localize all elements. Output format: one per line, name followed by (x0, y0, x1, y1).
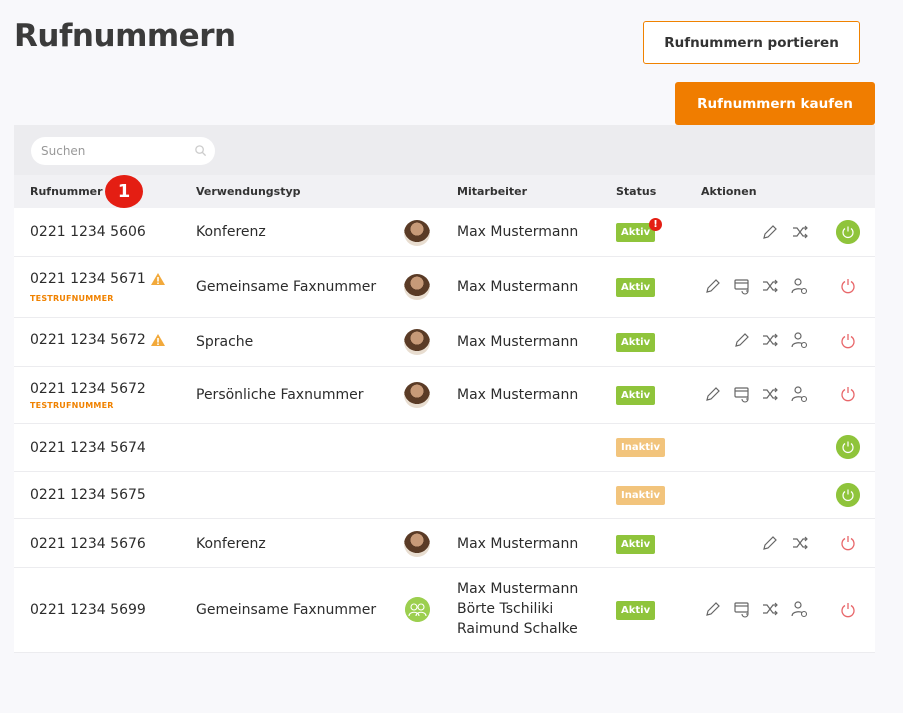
search-input[interactable] (41, 144, 191, 158)
power-off-icon[interactable] (839, 332, 857, 350)
shuffle-icon[interactable] (761, 385, 779, 403)
avatar (404, 531, 430, 557)
row-number: 0221 1234 5671 (30, 271, 146, 287)
pencil-icon[interactable] (761, 534, 779, 552)
user-assign-icon[interactable] (790, 277, 808, 295)
shuffle-icon[interactable] (791, 223, 809, 241)
status-badge: Aktiv (616, 386, 656, 405)
row-number: 0221 1234 5675 (30, 487, 146, 503)
page-title: Rufnummern (14, 18, 236, 54)
power-off-icon[interactable] (839, 277, 857, 295)
table-row[interactable]: 0221 1234 5672 Sprache Max Mustermann Ak… (14, 318, 875, 367)
row-employee[interactable]: Max Mustermann (457, 279, 578, 295)
power-on-icon[interactable] (836, 483, 860, 507)
row-type: Gemeinsame Faxnummer (196, 602, 377, 618)
numbers-table: Rufnummer 1 Verwendungstyp Mitarbeiter S… (14, 125, 875, 653)
row-employee[interactable]: Max Mustermann (457, 334, 578, 350)
table-row[interactable]: 0221 1234 5672 TESTRUFNUMMER Persönliche… (14, 367, 875, 424)
status-badge: Aktiv (616, 601, 656, 620)
search-icon[interactable] (194, 144, 207, 157)
row-employee[interactable]: Max Mustermann (457, 536, 578, 552)
shuffle-icon[interactable] (761, 600, 779, 618)
shuffle-icon[interactable] (761, 277, 779, 295)
power-on-icon[interactable] (836, 220, 860, 244)
column-header-status[interactable]: Status (616, 185, 656, 198)
status-badge: Aktiv (616, 278, 656, 297)
row-number: 0221 1234 5606 (30, 224, 146, 240)
row-employee[interactable]: Max Mustermann (457, 387, 578, 403)
pencil-icon[interactable] (761, 223, 779, 241)
row-number-wrap: 0221 1234 5671 (30, 271, 166, 287)
table-row[interactable]: 0221 1234 5606 Konferenz Max Mustermann … (14, 208, 875, 257)
annotation-badge: 1 (105, 175, 143, 208)
buy-numbers-button[interactable]: Rufnummern kaufen (675, 82, 875, 125)
test-number-label: TESTRUFNUMMER (30, 401, 114, 410)
table-row[interactable]: 0221 1234 5699 Gemeinsame Faxnummer Max … (14, 568, 875, 653)
table-row[interactable]: 0221 1234 5676 Konferenz Max Mustermann … (14, 519, 875, 568)
row-number: 0221 1234 5699 (30, 602, 146, 618)
avatar (404, 382, 430, 408)
row-type: Persönliche Faxnummer (196, 387, 364, 403)
status-badge: Inaktiv (616, 486, 665, 505)
row-type: Konferenz (196, 536, 266, 552)
row-employee[interactable]: Max Mustermann (457, 224, 578, 240)
row-number: 0221 1234 5672 (30, 332, 146, 348)
pencil-icon[interactable] (704, 600, 722, 618)
avatar (404, 329, 430, 355)
power-off-icon[interactable] (839, 385, 857, 403)
power-on-icon[interactable] (836, 435, 860, 459)
search-box[interactable] (31, 137, 215, 165)
row-number: 0221 1234 5674 (30, 440, 146, 456)
column-header-verwendungstyp[interactable]: Verwendungstyp (196, 185, 301, 198)
pencil-icon[interactable] (704, 277, 722, 295)
power-off-icon[interactable] (839, 601, 857, 619)
column-header-rufnummer[interactable]: Rufnummer (30, 185, 103, 198)
column-header-mitarbeiter[interactable]: Mitarbeiter (457, 185, 527, 198)
call-forward-icon[interactable] (733, 600, 751, 618)
status-alert-badge: ! (649, 218, 662, 231)
search-bar (14, 125, 875, 175)
port-numbers-button[interactable]: Rufnummern portieren (643, 21, 860, 64)
row-employee[interactable]: Max Mustermann (457, 579, 578, 599)
status-badge: Aktiv (616, 333, 656, 352)
row-type: Sprache (196, 334, 254, 350)
row-number-wrap: 0221 1234 5672 (30, 332, 166, 348)
status-badge: Aktiv (616, 535, 656, 554)
row-number: 0221 1234 5672 (30, 381, 146, 397)
user-assign-icon[interactable] (790, 331, 808, 349)
avatar (404, 274, 430, 300)
employee-list: Max Mustermann Börte Tschiliki Raimund S… (457, 579, 578, 639)
avatar (404, 220, 430, 246)
row-type: Konferenz (196, 224, 266, 240)
table-header: Rufnummer 1 Verwendungstyp Mitarbeiter S… (14, 175, 875, 208)
user-assign-icon[interactable] (790, 385, 808, 403)
power-off-icon[interactable] (839, 534, 857, 552)
pencil-icon[interactable] (733, 331, 751, 349)
shuffle-icon[interactable] (791, 534, 809, 552)
table-row[interactable]: 0221 1234 5671 TESTRUFNUMMER Gemeinsame … (14, 257, 875, 318)
warning-icon (150, 334, 165, 346)
test-number-label: TESTRUFNUMMER (30, 294, 114, 303)
user-assign-icon[interactable] (790, 600, 808, 618)
status-badge: Inaktiv (616, 438, 665, 457)
group-avatar-icon (405, 597, 430, 622)
row-employee[interactable]: Börte Tschiliki (457, 599, 578, 619)
table-row[interactable]: 0221 1234 5675 Inaktiv (14, 472, 875, 519)
row-number: 0221 1234 5676 (30, 536, 146, 552)
warning-icon (150, 273, 165, 285)
call-forward-icon[interactable] (733, 277, 751, 295)
pencil-icon[interactable] (704, 385, 722, 403)
row-type: Gemeinsame Faxnummer (196, 279, 377, 295)
shuffle-icon[interactable] (761, 331, 779, 349)
row-employee[interactable]: Raimund Schalke (457, 619, 578, 639)
column-header-aktionen: Aktionen (701, 185, 757, 198)
call-forward-icon[interactable] (733, 385, 751, 403)
table-row[interactable]: 0221 1234 5674 Inaktiv (14, 424, 875, 472)
